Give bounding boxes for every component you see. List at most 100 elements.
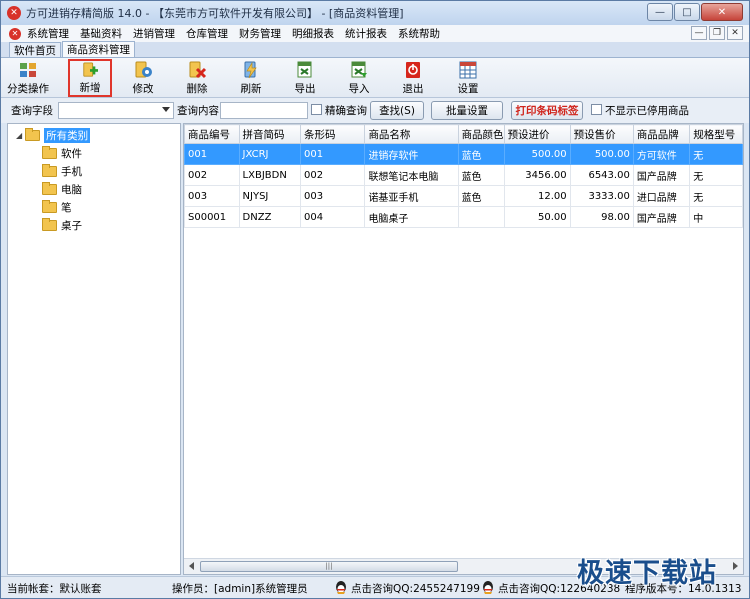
refresh-button[interactable]: 刷新	[230, 60, 272, 96]
column-header[interactable]: 拼音简码	[238, 124, 301, 144]
column-header[interactable]: 商品名称	[364, 124, 459, 144]
qq-penguin-icon	[336, 581, 346, 594]
tree-node-pen[interactable]: 笔	[42, 199, 72, 216]
table-cell: 002	[184, 164, 240, 186]
maximize-button[interactable]: □	[674, 3, 700, 21]
menu-basic-data[interactable]: 基础资料	[80, 26, 122, 41]
tab-home[interactable]: 软件首页	[9, 42, 61, 57]
menu-finance[interactable]: 财务管理	[239, 26, 281, 41]
table-cell: 国产品牌	[632, 206, 691, 228]
menu-help[interactable]: 系统帮助	[398, 26, 440, 41]
mdi-close-button[interactable]: ✕	[727, 26, 743, 40]
menu-app-icon[interactable]: ✕	[9, 27, 21, 40]
table-cell: 002	[299, 164, 366, 186]
refresh-icon	[244, 61, 257, 79]
print-barcode-button[interactable]: 打印条码标签	[511, 101, 583, 120]
menu-warehouse[interactable]: 仓库管理	[186, 26, 228, 41]
table-cell: 蓝色	[457, 185, 505, 207]
column-header[interactable]: 商品颜色	[457, 124, 505, 144]
settings-button[interactable]: 设置	[447, 60, 489, 96]
app-window: ✕ 方可进销存精简版 14.0 - 【东莞市方可软件开发有限公司】 - [商品资…	[0, 0, 750, 599]
table-row[interactable]: 002 LXBJBDN 002 联想笔记本电脑 蓝色 3456.00 6543.…	[184, 164, 743, 186]
table-cell: 蓝色	[457, 164, 505, 186]
refresh-button-label: 刷新	[240, 83, 262, 95]
exact-query-checkbox[interactable]	[311, 104, 322, 115]
close-button[interactable]: ✕	[701, 3, 743, 21]
table-cell: 003	[299, 185, 366, 207]
menu-statistics-reports[interactable]: 统计报表	[345, 26, 387, 41]
table-cell: 001	[299, 143, 366, 165]
import-button[interactable]: 导入	[338, 60, 380, 96]
folder-icon	[42, 218, 57, 231]
table-cell: 无	[689, 164, 743, 186]
scroll-thumb[interactable]: |||	[200, 561, 458, 572]
table-cell: 500.00	[569, 143, 634, 165]
column-header[interactable]: 预设售价	[569, 124, 634, 144]
edit-button-label: 修改	[132, 83, 154, 95]
query-content-input[interactable]	[220, 102, 308, 119]
table-row[interactable]: S00001 DNZZ 004 电脑桌子 50.00 98.00 国产品牌 中	[184, 206, 743, 228]
column-header[interactable]: 条形码	[299, 124, 366, 144]
table-cell: 进口品牌	[632, 185, 691, 207]
status-account: 当前帐套：默认账套	[7, 583, 102, 595]
query-field-select[interactable]	[58, 102, 174, 119]
table-cell: 无	[689, 143, 743, 165]
table-cell: NJYSJ	[238, 185, 301, 207]
window-title: 方可进销存精简版 14.0 - 【东莞市方可软件开发有限公司】 - [商品资料管…	[26, 7, 404, 20]
export-button[interactable]: 导出	[284, 60, 326, 96]
table-row[interactable]: 001 JXCRJ 001 进销存软件 蓝色 500.00 500.00 方可软…	[184, 143, 743, 165]
add-icon	[83, 62, 98, 77]
hide-disabled-label: 不显示已停用商品	[605, 105, 689, 117]
table-row[interactable]: 003 NJYSJ 003 诺基亚手机 蓝色 12.00 3333.00 进口品…	[184, 185, 743, 207]
column-header[interactable]: 商品品牌	[632, 124, 691, 144]
table-cell: 50.00	[503, 206, 571, 228]
edit-button[interactable]: 修改	[122, 60, 164, 96]
tree-node-desk[interactable]: 桌子	[42, 217, 82, 234]
status-qq-1[interactable]: 点击咨询QQ:2455247199	[351, 581, 480, 596]
import-icon	[351, 61, 367, 78]
table-cell: 诺基亚手机	[364, 185, 459, 207]
collapse-icon[interactable]: ◢	[16, 131, 22, 140]
table-cell: 方可软件	[632, 143, 691, 165]
table-header-row: 商品编号 拼音简码 条形码 商品名称 商品颜色 预设进价 预设售价 商品品牌 规…	[184, 124, 743, 144]
column-header[interactable]: 规格型号	[689, 124, 743, 144]
tree-node-software[interactable]: 软件	[42, 145, 82, 162]
batch-settings-button[interactable]: 批量设置	[431, 101, 503, 120]
table-cell: 001	[184, 143, 240, 165]
tree-node-computer[interactable]: 电脑	[42, 181, 82, 198]
table-cell: JXCRJ	[238, 143, 301, 165]
menu-purchase-sales[interactable]: 进销管理	[133, 26, 175, 41]
scroll-right-icon[interactable]	[733, 562, 738, 570]
mdi-minimize-button[interactable]: —	[691, 26, 707, 40]
column-header[interactable]: 预设进价	[503, 124, 571, 144]
find-button[interactable]: 查找(S)	[370, 101, 424, 120]
menu-detail-reports[interactable]: 明细报表	[292, 26, 334, 41]
menu-system[interactable]: 系统管理	[27, 26, 69, 41]
delete-button[interactable]: 删除	[176, 60, 218, 96]
tree-node-root[interactable]: ◢ 所有类别	[16, 127, 91, 144]
tree-node-label: 软件	[61, 148, 82, 160]
mdi-restore-button[interactable]: ❐	[709, 26, 725, 40]
toolbar: 分类操作 新增 修改 删除 刷新 导出 导入 退出 设置	[1, 58, 749, 98]
add-button[interactable]: 新增	[68, 59, 112, 97]
table-cell: 联想笔记本电脑	[364, 164, 459, 186]
delete-button-label: 删除	[186, 83, 208, 95]
category-button[interactable]: 分类操作	[7, 60, 49, 96]
folder-icon	[42, 146, 57, 159]
table-cell: 电脑桌子	[364, 206, 459, 228]
export-button-label: 导出	[294, 83, 316, 95]
document-tabs: 软件首页 商品资料管理	[1, 41, 749, 58]
mdi-controls: — ❐ ✕	[689, 26, 743, 40]
table-cell: 12.00	[503, 185, 571, 207]
app-logo-icon: ✕	[7, 6, 21, 20]
tab-product-management[interactable]: 商品资料管理	[62, 41, 135, 57]
exit-button[interactable]: 退出	[392, 60, 434, 96]
table-cell: 98.00	[569, 206, 634, 228]
scroll-left-icon[interactable]	[189, 562, 194, 570]
tree-node-phone[interactable]: 手机	[42, 163, 82, 180]
column-header[interactable]: 商品编号	[184, 124, 240, 144]
table-cell	[457, 206, 505, 228]
exit-button-label: 退出	[402, 83, 424, 95]
hide-disabled-checkbox[interactable]	[591, 104, 602, 115]
minimize-button[interactable]: —	[647, 3, 673, 21]
